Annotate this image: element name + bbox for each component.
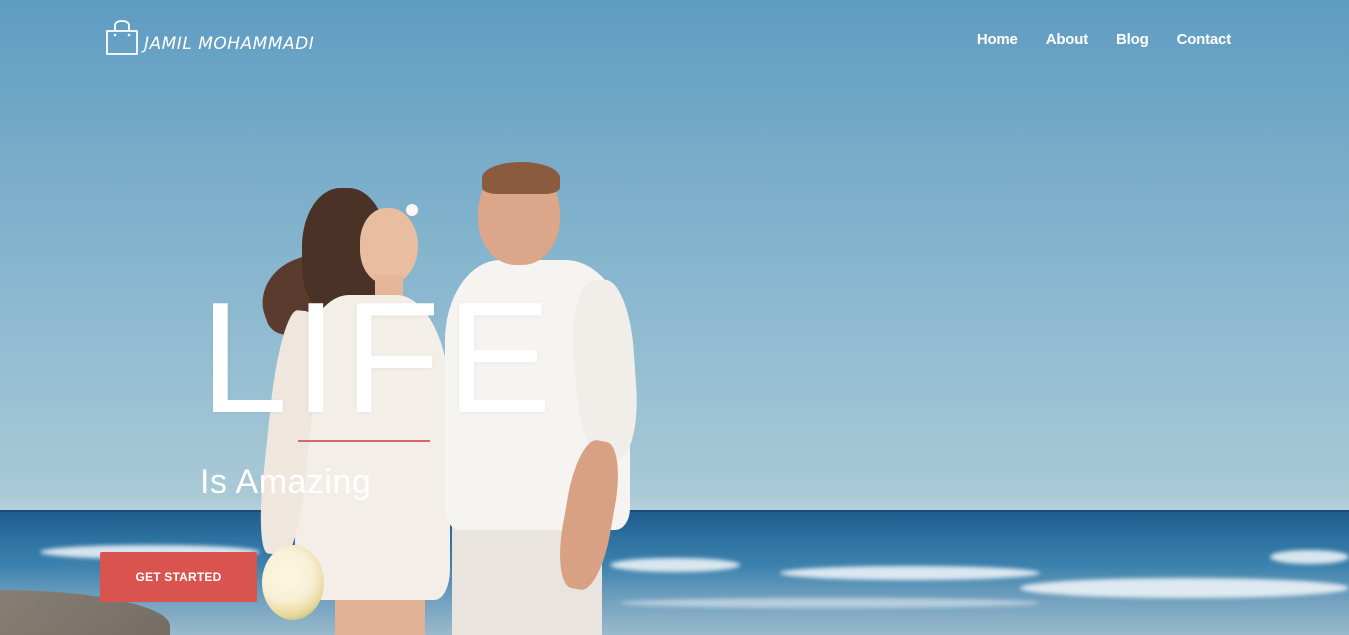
hero-section: JAMIL MOHAMMADI Home About Blog Contact … xyxy=(0,0,1349,635)
top-navbar: JAMIL MOHAMMADI Home About Blog Contact xyxy=(0,0,1349,82)
get-started-button[interactable]: GET STARTED xyxy=(100,552,257,602)
nav-home-link[interactable]: Home xyxy=(977,31,1018,48)
wave xyxy=(1270,550,1349,564)
wave xyxy=(1020,578,1349,598)
nav-about-link[interactable]: About xyxy=(1046,31,1089,48)
main-menu: Home About Blog Contact xyxy=(949,31,1231,48)
nav-contact-link[interactable]: Contact xyxy=(1177,31,1232,48)
man-hair xyxy=(482,162,560,194)
brand-name: JAMIL MOHAMMADI xyxy=(144,33,315,54)
title-divider xyxy=(298,440,430,442)
hero-subtitle: Is Amazing xyxy=(200,463,372,501)
brand-logo-link[interactable]: JAMIL MOHAMMADI xyxy=(104,19,314,62)
nav-blog-link[interactable]: Blog xyxy=(1116,31,1149,48)
hair-flower xyxy=(406,204,418,216)
hero-title: LIFE xyxy=(200,270,558,446)
bouquet xyxy=(262,545,324,620)
wave xyxy=(780,566,1040,580)
shopping-bag-icon xyxy=(104,19,140,62)
wave xyxy=(620,598,1040,608)
horizon-line xyxy=(0,510,1349,512)
